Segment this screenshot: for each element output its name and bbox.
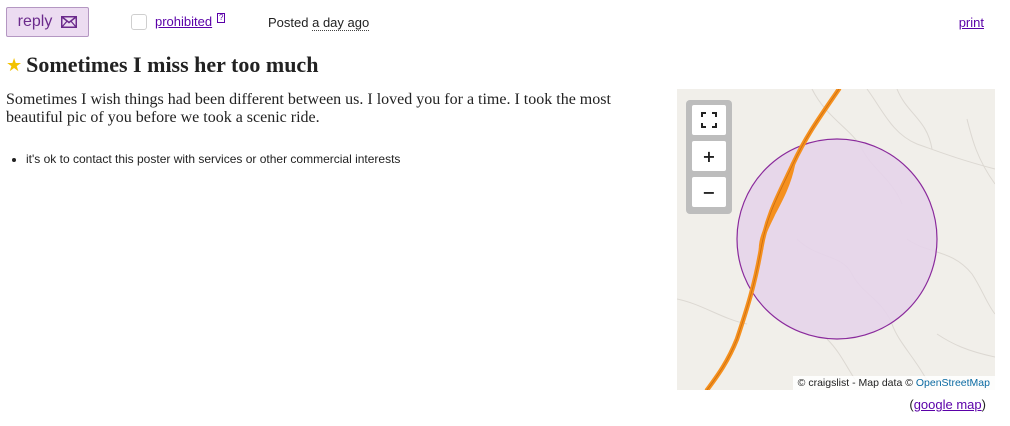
posting-header-bar: reply prohibited ? Posted a day ago prin…	[6, 7, 996, 39]
posted-timeago: a day ago	[312, 15, 370, 31]
star-icon[interactable]: ★	[6, 55, 22, 76]
zoom-in-button[interactable]: +	[692, 141, 726, 171]
google-map-link[interactable]: google map	[914, 397, 982, 412]
prohibited-help-link[interactable]: ?	[217, 13, 226, 23]
notices-list: it's ok to contact this poster with serv…	[6, 152, 400, 166]
fullscreen-button[interactable]	[692, 105, 726, 135]
zoom-out-button[interactable]: −	[692, 177, 726, 207]
posting-body: Sometimes I wish things had been differe…	[6, 91, 611, 126]
attribution-text: © craigslist - Map data ©	[797, 377, 913, 389]
posted-prefix: Posted	[268, 15, 309, 30]
posting-title-text: Sometimes I miss her too much	[26, 52, 319, 77]
reply-button-label: reply	[17, 13, 53, 30]
prohibited-link[interactable]: prohibited	[155, 14, 212, 29]
posted-date: Posted a day ago	[268, 15, 370, 31]
google-map-container: (google map)	[909, 397, 986, 412]
posting-title: ★ Sometimes I miss her too much	[6, 52, 318, 78]
envelope-icon	[61, 16, 78, 28]
map-attribution: © craigslist - Map data © OpenStreetMap	[792, 376, 995, 390]
print-link[interactable]: print	[959, 15, 984, 30]
notice-item: it's ok to contact this poster with serv…	[26, 152, 400, 166]
map[interactable]: + − © craigslist - Map data © OpenStreet…	[677, 89, 995, 390]
openstreetmap-link[interactable]: OpenStreetMap	[916, 377, 990, 389]
reply-button[interactable]: reply	[6, 7, 89, 37]
approximate-location-circle	[736, 138, 938, 340]
fullscreen-icon	[701, 112, 717, 128]
map-zoom-controls: + −	[686, 100, 732, 214]
prohibited-checkbox[interactable]	[131, 14, 147, 30]
google-map-close-paren: )	[981, 397, 986, 412]
